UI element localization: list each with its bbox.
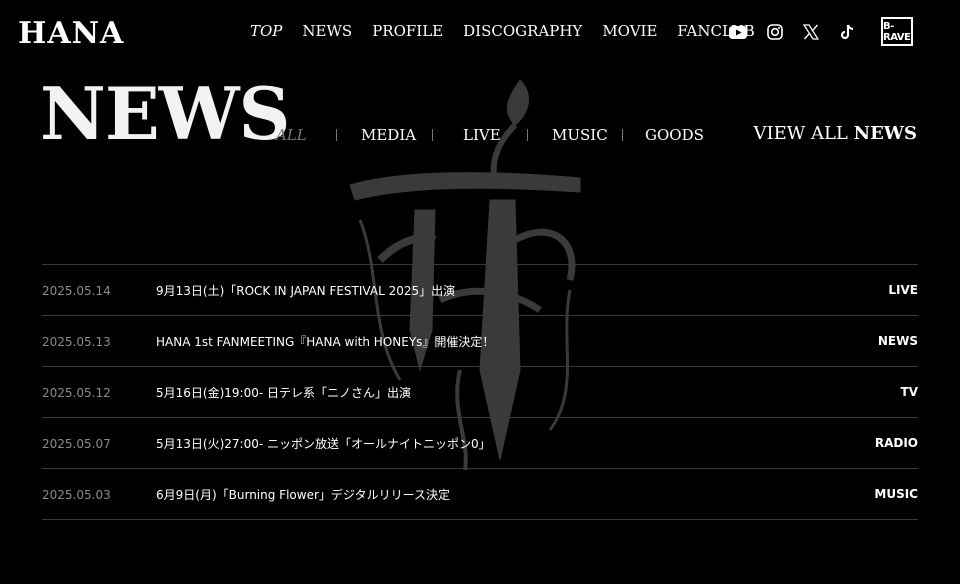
section-title: NEWS [40, 71, 291, 156]
news-date: 2025.05.03 [42, 488, 111, 502]
news-item[interactable]: 2025.05.03 6月9日(月)「Burning Flower」デジタルリリ… [42, 469, 918, 520]
site-logo[interactable]: HANA [18, 16, 124, 51]
nav-top[interactable]: TOP [250, 22, 282, 40]
nav-news[interactable]: NEWS [302, 22, 352, 40]
news-list: 2025.05.14 9月13日(土)「ROCK IN JAPAN FESTIV… [42, 264, 918, 520]
news-title[interactable]: 6月9日(月)「Burning Flower」デジタルリリース決定 [156, 486, 874, 503]
news-title[interactable]: HANA 1st FANMEETING『HANA with HONEYs』開催決… [156, 333, 878, 350]
nav-profile[interactable]: PROFILE [372, 22, 443, 40]
nav-discography[interactable]: DISCOGRAPHY [463, 22, 582, 40]
view-all-news-link[interactable]: VIEW ALL NEWS [753, 123, 917, 144]
divider [527, 129, 528, 141]
view-all-label: VIEW ALL [753, 123, 848, 144]
tab-all[interactable]: ALL [276, 126, 336, 144]
divider [432, 129, 433, 141]
news-category: RADIO [874, 436, 918, 450]
news-item[interactable]: 2025.05.14 9月13日(土)「ROCK IN JAPAN FESTIV… [42, 265, 918, 316]
tab-goods[interactable]: GOODS [645, 126, 704, 144]
news-category: LIVE [888, 283, 918, 297]
nav-movie[interactable]: MOVIE [602, 22, 657, 40]
news-title[interactable]: 9月13日(土)「ROCK IN JAPAN FESTIVAL 2025」出演 [156, 282, 888, 299]
divider [622, 129, 623, 141]
news-title[interactable]: 5月13日(火)27:00- ニッポン放送「オールナイトニッポン0」 [156, 435, 875, 452]
news-category: MUSIC [874, 487, 918, 501]
instagram-icon[interactable] [765, 22, 785, 42]
divider [336, 129, 337, 141]
x-icon[interactable] [801, 22, 821, 42]
tab-music[interactable]: MUSIC [552, 126, 622, 144]
news-title[interactable]: 5月16日(金)19:00- 日テレ系「ニノさん」出演 [156, 384, 901, 401]
main-nav: TOP NEWS PROFILE DISCOGRAPHY MOVIE FANCL… [250, 22, 755, 40]
news-category-tabs: ALL MEDIA LIVE MUSIC GOODS [276, 126, 704, 144]
b-rave-badge[interactable]: B-RAVE [881, 17, 913, 46]
news-date: 2025.05.07 [42, 437, 111, 451]
news-item[interactable]: 2025.05.13 HANA 1st FANMEETING『HANA with… [42, 316, 918, 367]
news-category: NEWS [877, 334, 918, 348]
tab-media[interactable]: MEDIA [361, 126, 432, 144]
news-date: 2025.05.12 [42, 386, 111, 400]
news-item[interactable]: 2025.05.12 5月16日(金)19:00- 日テレ系「ニノさん」出演 T… [42, 367, 918, 418]
news-item[interactable]: 2025.05.07 5月13日(火)27:00- ニッポン放送「オールナイトニ… [42, 418, 918, 469]
view-all-news-label: NEWS [853, 123, 917, 144]
news-date: 2025.05.14 [42, 284, 111, 298]
tiktok-icon[interactable] [837, 22, 857, 42]
youtube-icon[interactable] [728, 22, 748, 42]
news-date: 2025.05.13 [42, 335, 111, 349]
news-category: TV [900, 385, 918, 399]
tab-live[interactable]: LIVE [463, 126, 527, 144]
